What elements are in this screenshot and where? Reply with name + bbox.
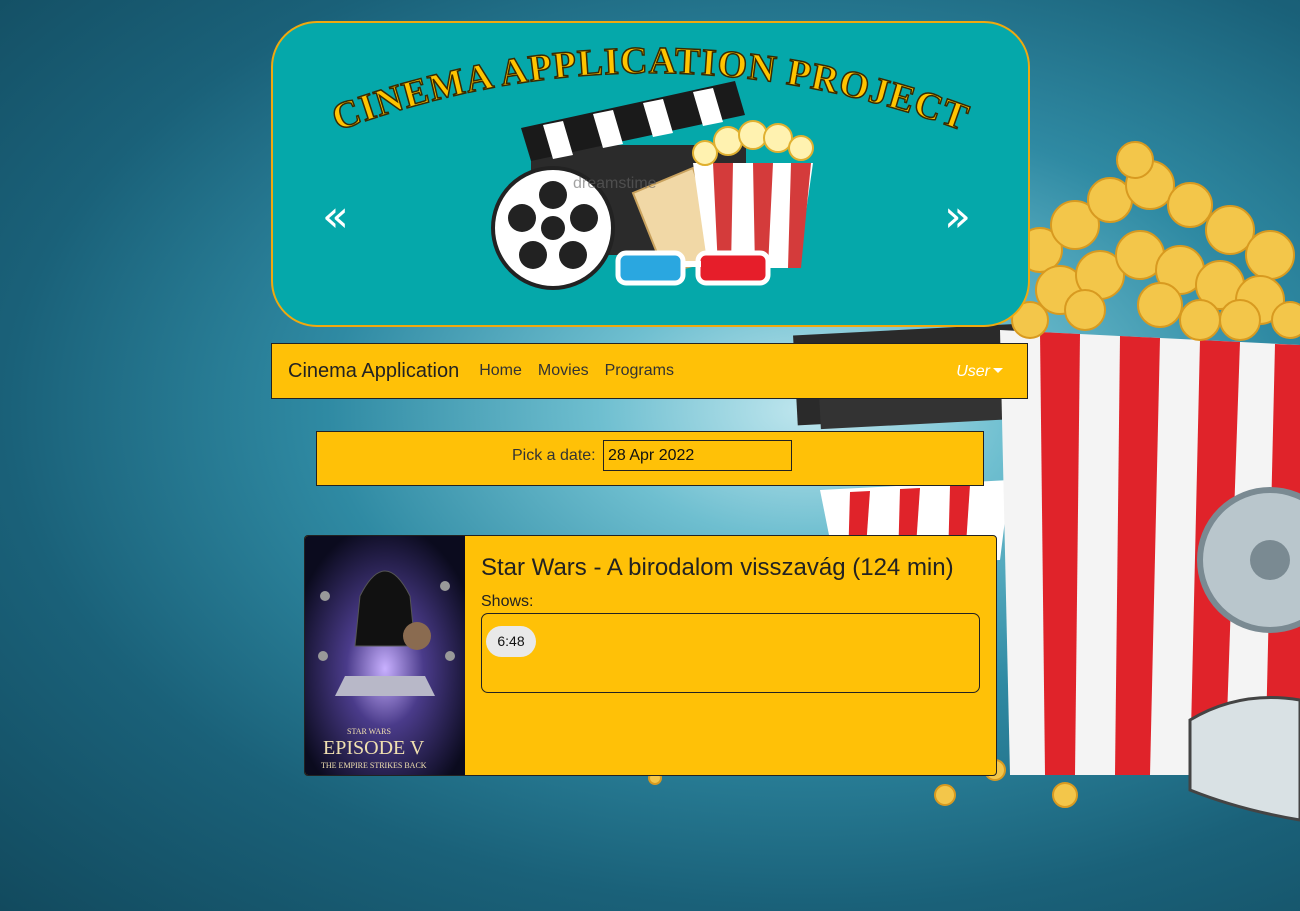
- navbar-brand[interactable]: Cinema Application: [288, 360, 459, 383]
- carousel-prev-button[interactable]: «: [322, 195, 349, 239]
- nav-link-movies[interactable]: Movies: [538, 362, 589, 380]
- poster-episode: EPISODE V: [323, 737, 425, 759]
- date-picker-panel: Pick a date:: [316, 431, 984, 486]
- caret-down-icon: [993, 368, 1003, 373]
- poster-subtitle: THE EMPIRE STRIKES BACK: [321, 761, 427, 770]
- banner-watermark: dreamstime: [573, 175, 657, 192]
- popcorn-bucket-icon: [692, 120, 814, 268]
- carousel-next-button[interactable]: »: [944, 195, 971, 239]
- emperor-face-icon: [403, 622, 431, 650]
- date-picker-label: Pick a date:: [512, 447, 596, 464]
- star-destroyer-icon: [335, 676, 435, 696]
- date-input[interactable]: [603, 440, 792, 471]
- top-navbar: Cinema Application Home Movies Programs …: [271, 343, 1028, 399]
- shows-label: Shows:: [481, 593, 534, 610]
- showtime-button[interactable]: 6:48: [486, 626, 536, 657]
- user-dropdown-toggle[interactable]: User: [956, 363, 1003, 381]
- background-popcorn-pile: [1011, 141, 1300, 341]
- movie-title[interactable]: Star Wars - A birodalom visszavág (124 m…: [481, 554, 954, 582]
- shows-list: 6:48: [481, 613, 980, 693]
- nav-link-home[interactable]: Home: [479, 362, 522, 380]
- user-dropdown-label: User: [956, 363, 990, 380]
- movie-card: STAR WARS EPISODE V THE EMPIRE STRIKES B…: [304, 535, 997, 776]
- nav-link-programs[interactable]: Programs: [605, 362, 674, 380]
- banner-illustration: CINEMA APPLICATION PROJECT dreamstime: [326, 39, 974, 290]
- movie-poster: STAR WARS EPISODE V THE EMPIRE STRIKES B…: [305, 536, 465, 775]
- banner-carousel: CINEMA APPLICATION PROJECT dreamstime « …: [271, 21, 1030, 327]
- poster-brand: STAR WARS: [347, 727, 391, 736]
